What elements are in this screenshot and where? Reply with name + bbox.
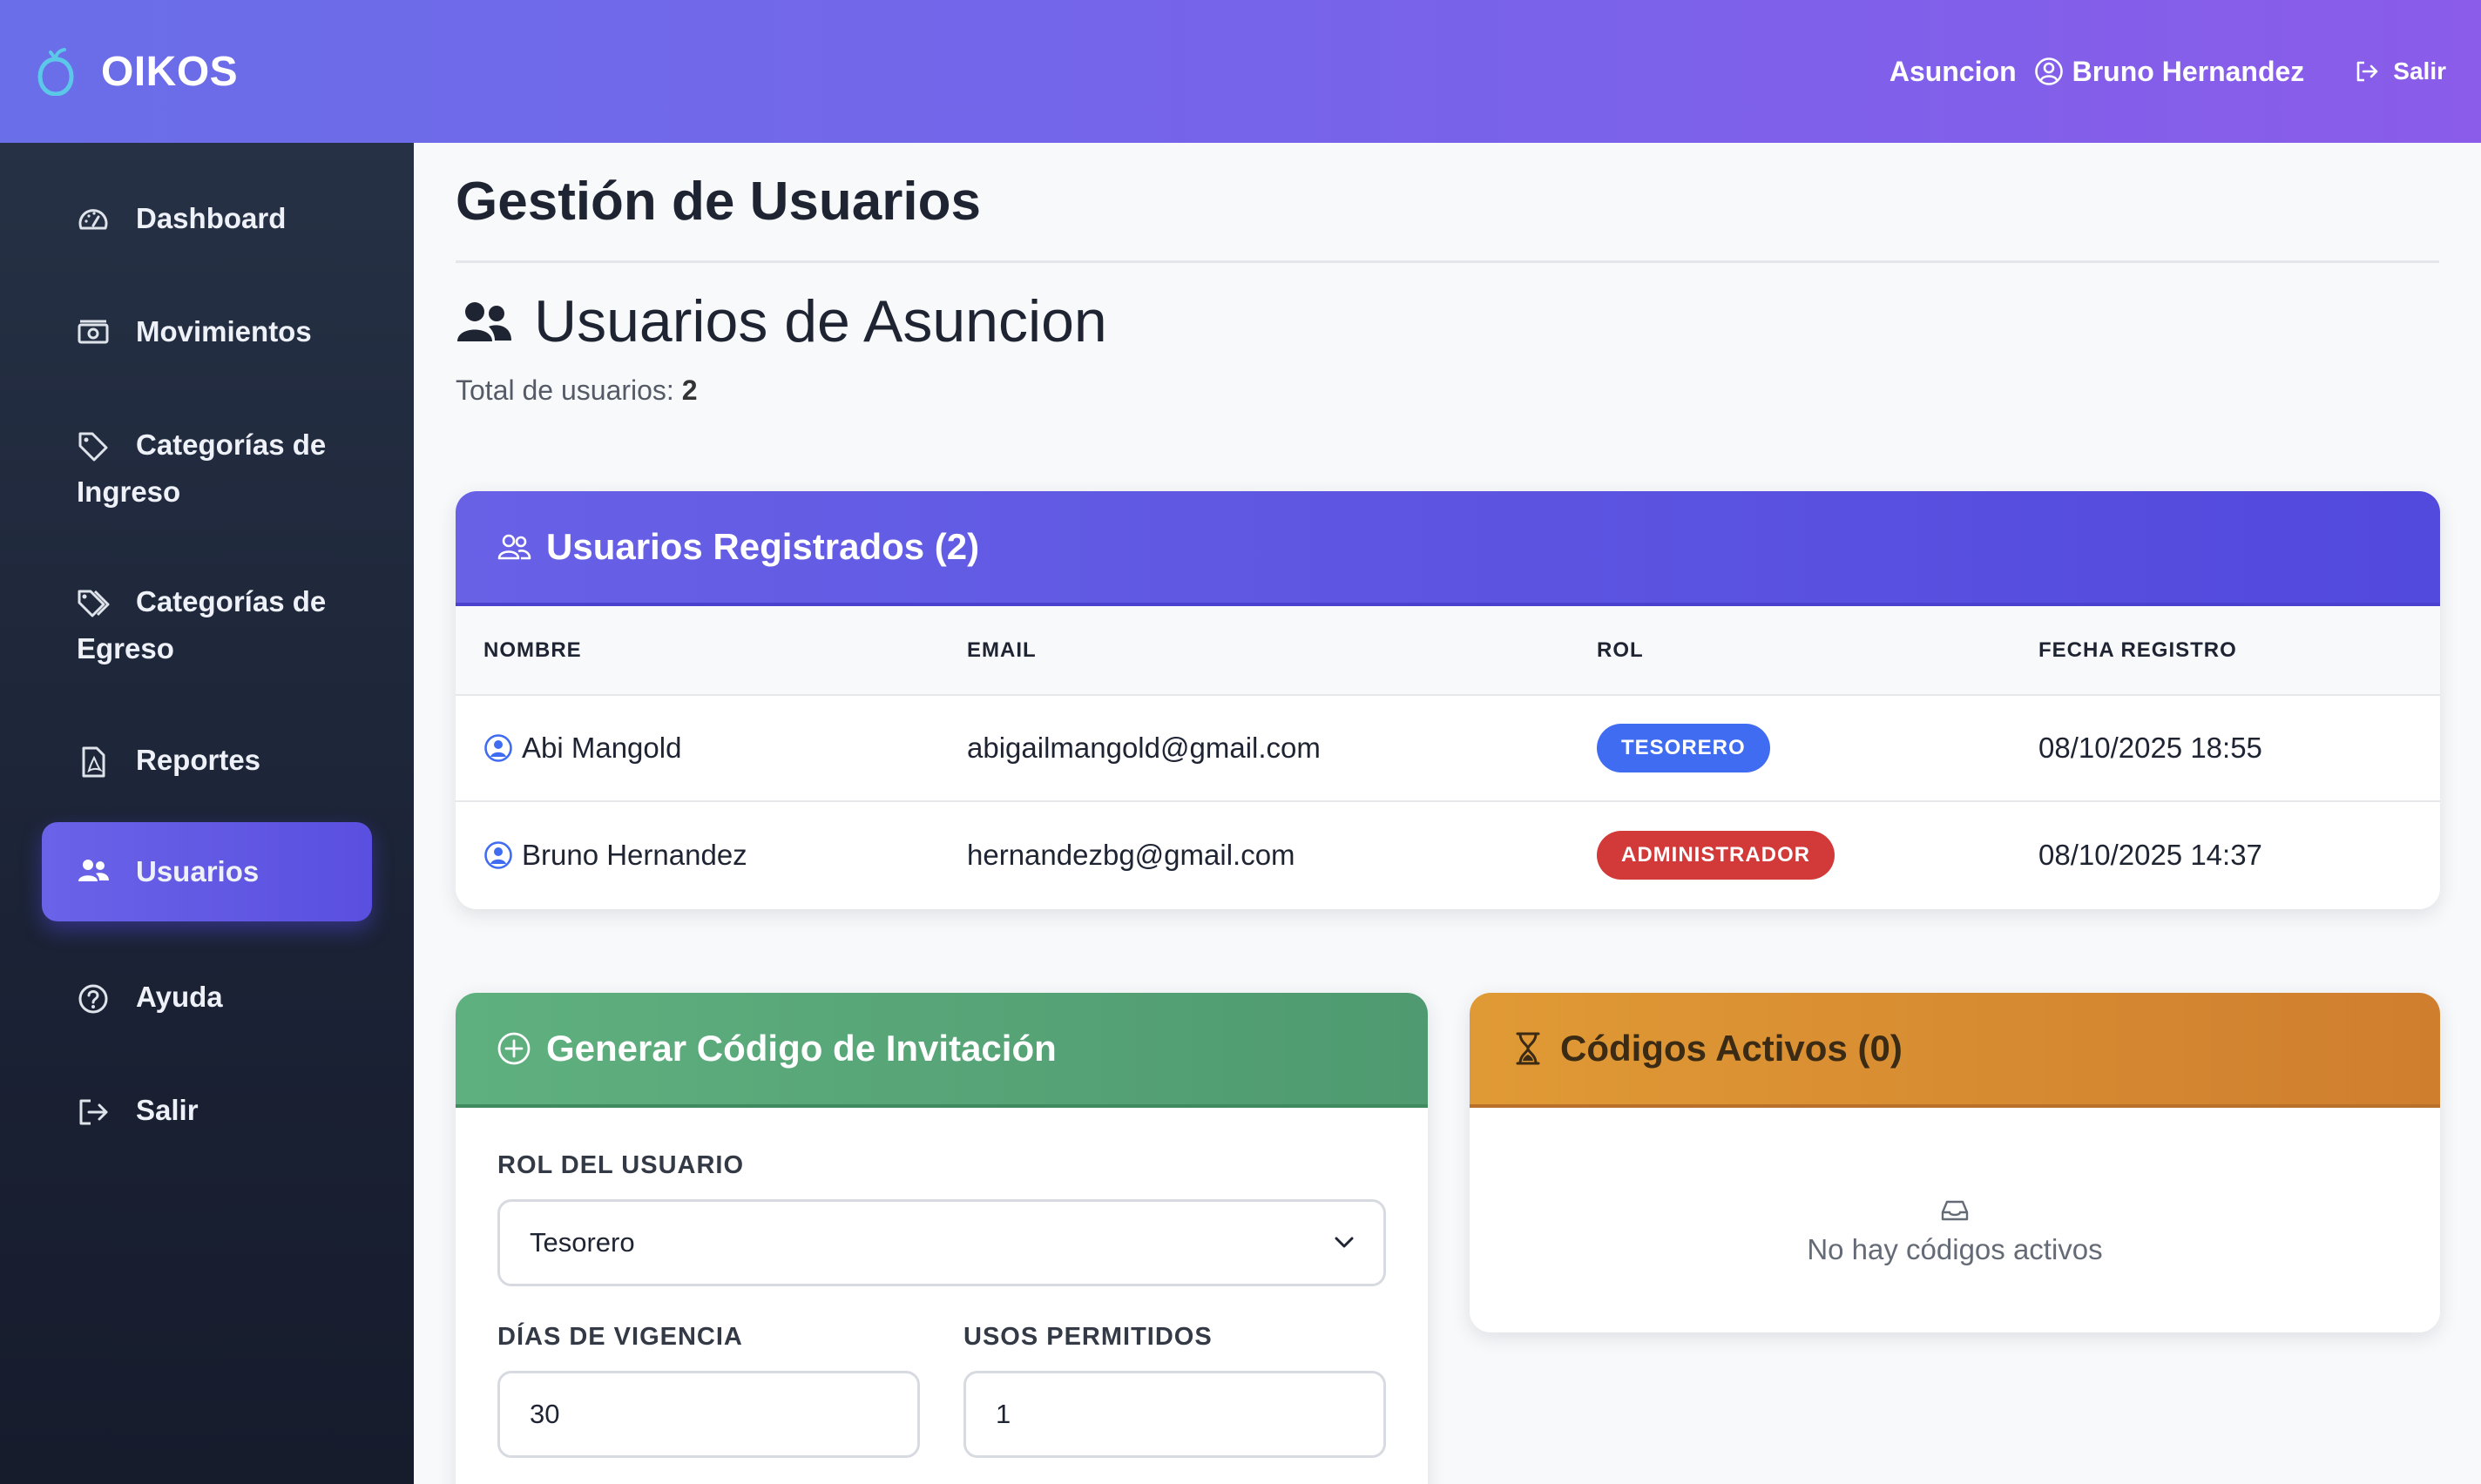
user-circle-icon — [484, 734, 512, 762]
sidebar-item-label: Dashboard — [136, 202, 287, 234]
invite-card: Generar Código de Invitación ROL DEL USU… — [456, 993, 1428, 1484]
title-divider — [456, 260, 2439, 263]
page-title: Gestión de Usuarios — [456, 172, 981, 232]
sidebar-item-reportes[interactable]: Reportes — [42, 737, 372, 784]
active-codes-card: Códigos Activos (0) No hay códigos activ… — [1470, 993, 2440, 1332]
empty-state-text: No hay códigos activos — [1807, 1233, 2103, 1265]
sidebar-item-label: Categorías de Ingreso — [77, 428, 327, 508]
table-row[interactable]: Abi Mangold abigailmangold@gmail.com TES… — [456, 694, 2440, 801]
invite-card-header: Generar Código de Invitación — [456, 993, 1428, 1108]
days-field-label: DÍAS DE VIGENCIA — [497, 1323, 743, 1351]
invite-card-title: Generar Código de Invitación — [546, 1028, 1057, 1069]
sidebar-item-movimientos[interactable]: Movimientos — [42, 308, 372, 355]
user-name: Abi Mangold — [522, 732, 682, 764]
sidebar-item-salir[interactable]: Salir — [42, 1087, 372, 1134]
total-label: Total de usuarios: — [456, 374, 674, 406]
column-header[interactable]: ROL — [1569, 606, 2011, 695]
column-header[interactable]: FECHA REGISTRO — [2011, 606, 2440, 695]
top-navbar: OIKOS Asuncion Bruno Hernandez Salir — [0, 0, 2481, 143]
sidebar-item-dashboard[interactable]: Dashboard — [42, 195, 372, 242]
user-name-cell: Abi Mangold — [456, 694, 939, 801]
sidebar-item-label: Ayuda — [136, 981, 223, 1013]
sidebar-item-ayuda[interactable]: Ayuda — [42, 974, 372, 1021]
role-field-label: ROL DEL USUARIO — [497, 1151, 745, 1179]
user-name: Bruno Hernandez — [2072, 55, 2305, 87]
active-codes-title: Códigos Activos (0) — [1560, 1028, 1903, 1069]
total-value: 2 — [681, 374, 698, 406]
sidebar-item-label: Movimientos — [136, 315, 312, 347]
users-card-header: Usuarios Registrados (2) — [456, 491, 2440, 606]
logo-icon — [37, 48, 74, 96]
users-card: Usuarios Registrados (2) NOMBRE EMAIL RO… — [456, 491, 2440, 909]
section-title-text: Usuarios de Asuncion — [534, 288, 1107, 354]
role-select[interactable]: Tesorero — [497, 1199, 1386, 1286]
tag-icon — [78, 432, 108, 462]
user-circle-icon — [2034, 57, 2063, 85]
column-header[interactable]: NOMBRE — [456, 606, 939, 695]
section-title: Usuarios de Asuncion — [456, 287, 2439, 355]
uses-field-label: USOS PERMITIDOS — [963, 1323, 1213, 1351]
total-users: Total de usuarios: 2 — [456, 374, 2439, 407]
sidebar-item-label: Salir — [136, 1094, 199, 1126]
pdf-file-icon — [82, 746, 105, 778]
gauge-icon — [78, 209, 108, 230]
sidebar-item-label: Usuarios — [136, 855, 260, 887]
role-cell: TESORERO — [1569, 694, 2011, 801]
chevron-down-icon — [1335, 1237, 1354, 1248]
tags-icon — [78, 590, 110, 617]
users-card-title: Usuarios Registrados (2) — [546, 526, 980, 567]
user-name: Bruno Hernandez — [522, 838, 747, 871]
location-label: Asuncion — [1889, 55, 2017, 87]
question-circle-icon — [78, 984, 108, 1014]
sidebar-item-categorias-egreso[interactable]: Categorías de Egreso — [42, 578, 372, 672]
main-content: Gestión de Usuarios Usuarios de Asuncion… — [414, 143, 2481, 1484]
email-cell: abigailmangold@gmail.com — [939, 694, 1569, 801]
users-table: NOMBRE EMAIL ROL FECHA REGISTRO Abi Mang… — [456, 606, 2440, 907]
logout-label: Salir — [2393, 57, 2446, 84]
role-badge: ADMINISTRADOR — [1597, 830, 1835, 880]
inbox-icon — [1941, 1200, 1969, 1221]
people-icon — [457, 302, 511, 341]
empty-state: No hay códigos activos — [1470, 1108, 2440, 1266]
cash-icon — [78, 320, 109, 344]
people-icon — [78, 860, 109, 881]
column-header[interactable]: EMAIL — [939, 606, 1569, 695]
uses-input[interactable]: 1 — [963, 1371, 1386, 1458]
role-badge: TESORERO — [1597, 724, 1770, 772]
brand[interactable]: OIKOS — [35, 47, 238, 96]
sidebar-item-label: Categorías de Egreso — [77, 585, 327, 664]
logout-icon — [79, 1099, 108, 1125]
user-name-cell: Bruno Hernandez — [456, 800, 939, 907]
people-outline-icon — [497, 534, 531, 560]
table-header-row: NOMBRE EMAIL ROL FECHA REGISTRO — [456, 606, 2440, 695]
logout-button[interactable]: Salir — [2353, 57, 2446, 85]
sidebar-item-categorias-ingreso[interactable]: Categorías de Ingreso — [42, 422, 372, 516]
date-cell: 08/10/2025 14:37 — [2011, 800, 2440, 907]
user-menu[interactable]: Bruno Hernandez — [2034, 55, 2305, 88]
sidebar-item-label: Reportes — [136, 744, 261, 776]
user-circle-icon — [484, 840, 512, 869]
sidebar: Dashboard Movimientos Categorías de Ingr… — [0, 143, 414, 1484]
sidebar-item-usuarios[interactable]: Usuarios — [42, 822, 372, 921]
date-cell: 08/10/2025 18:55 — [2011, 694, 2440, 801]
invite-form: ROL DEL USUARIO Tesorero DÍAS DE VIGENCI… — [456, 1108, 1428, 1458]
hourglass-icon — [1516, 1032, 1540, 1065]
table-row[interactable]: Bruno Hernandez hernandezbg@gmail.com AD… — [456, 800, 2440, 907]
days-input[interactable]: 30 — [497, 1371, 920, 1458]
active-codes-header: Códigos Activos (0) — [1470, 993, 2440, 1108]
plus-circle-icon — [497, 1032, 531, 1065]
role-select-value: Tesorero — [530, 1227, 635, 1258]
logout-icon — [2356, 61, 2378, 82]
brand-name: OIKOS — [101, 48, 239, 95]
email-cell: hernandezbg@gmail.com — [939, 800, 1569, 907]
role-cell: ADMINISTRADOR — [1569, 800, 2011, 907]
